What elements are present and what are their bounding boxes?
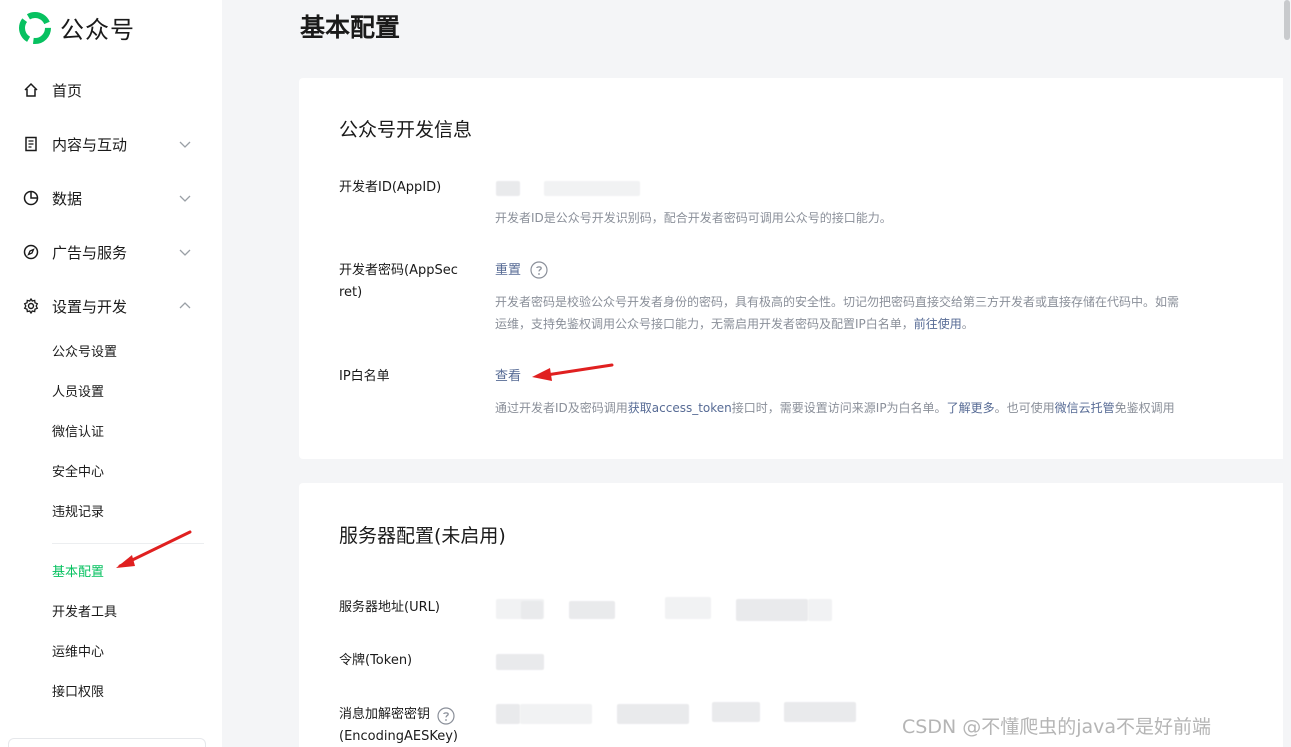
aes-redacted-3 [617, 704, 689, 724]
server-config-card: 服务器配置(未启用) 服务器地址(URL) 令牌(Token) 消息加解密密钥 … [299, 483, 1289, 747]
url-redacted-3 [569, 601, 615, 619]
access-token-link[interactable]: 获取access_token [628, 401, 732, 415]
sub-item-basic-config[interactable]: 基本配置 [52, 561, 104, 585]
sub-item-account-settings[interactable]: 公众号设置 [52, 341, 117, 365]
token-label: 令牌(Token) [339, 653, 413, 668]
nav-item-content[interactable]: 内容与互动 [22, 129, 192, 159]
wechat-cloud-hosting-link[interactable]: 微信云托管 [1055, 401, 1115, 415]
sub-item-developer-tools[interactable]: 开发者工具 [52, 601, 117, 625]
secret-desc-end: 。 [961, 317, 974, 331]
appid-label: 开发者ID(AppID) [339, 180, 442, 195]
url-redacted-2 [521, 601, 543, 619]
secret-desc-line1: 开发者密码是校验公众号开发者身份的密码，具有极高的安全性。切记勿把密码直接交给第… [495, 295, 1180, 309]
reset-secret-link[interactable]: 重置 [495, 260, 521, 282]
nav-label: 内容与互动 [52, 135, 128, 154]
nav-label: 广告与服务 [52, 243, 128, 262]
secret-desc-text: 运维，支持免鉴权调用公众号接口能力，无需启用开发者密码及配置IP白名单， [495, 317, 914, 331]
watermark: CSDN @不懂爬虫的java不是好前端 [902, 716, 1212, 738]
server-url-label: 服务器地址(URL) [339, 600, 440, 615]
secret-label-line2: ret) [339, 285, 363, 300]
chevron-down-icon [179, 249, 191, 256]
page-title: 基本配置 [300, 13, 401, 42]
appid-redacted-1 [496, 181, 520, 196]
ip-desc-text: 接口时，需要设置访问来源IP为白名单。 [731, 401, 947, 415]
chevron-down-icon [179, 141, 191, 148]
nav-item-home[interactable]: 首页 [22, 75, 192, 105]
sub-item-security-center[interactable]: 安全中心 [52, 461, 104, 485]
secret-label-line1: 开发者密码(AppSec [339, 263, 458, 278]
token-redacted [496, 654, 544, 670]
aes-redacted-2 [520, 704, 592, 724]
sidebar: 公众号 首页 内容与互动 数据 广告与服务 设置与开发 公众号设置 人员设置 微… [0, 0, 222, 747]
app-logo[interactable]: 公众号 [18, 10, 135, 45]
help-icon[interactable] [530, 261, 548, 279]
ip-desc-text: 免鉴权调用 [1114, 401, 1175, 415]
dev-info-title: 公众号开发信息 [339, 119, 473, 141]
ip-desc-text: 。也可使用 [994, 401, 1055, 415]
view-ip-whitelist-link[interactable]: 查看 [495, 366, 521, 388]
chevron-up-icon [179, 302, 191, 309]
gear-icon [22, 297, 40, 315]
app-name: 公众号 [60, 16, 135, 44]
chevron-down-icon [179, 195, 191, 202]
sub-item-wechat-verification[interactable]: 微信认证 [52, 421, 104, 445]
nav-label: 首页 [52, 81, 83, 100]
scrollbar-thumb[interactable] [1284, 0, 1290, 40]
sub-item-violation-records[interactable]: 违规记录 [52, 501, 104, 525]
server-config-title: 服务器配置(未启用) [339, 525, 506, 547]
ip-whitelist-desc: 通过开发者ID及密码调用获取access_token接口时，需要设置访问来源IP… [495, 397, 1175, 419]
appid-desc: 开发者ID是公众号开发识别码，配合开发者密码可调用公众号的接口能力。 [495, 211, 892, 225]
aes-key-label-line1: 消息加解密密钥 [339, 707, 431, 722]
sub-item-staff-settings[interactable]: 人员设置 [52, 381, 104, 405]
pie-chart-icon [22, 189, 40, 207]
sub-item-ops-center[interactable]: 运维中心 [52, 641, 104, 665]
appid-redacted-2 [544, 181, 640, 196]
aes-key-label-line2: (EncodingAESKey) [339, 729, 458, 744]
aes-redacted-4 [712, 702, 760, 722]
sub-item-api-permissions[interactable]: 接口权限 [52, 681, 104, 705]
help-icon[interactable] [437, 707, 455, 725]
url-redacted-4 [665, 597, 711, 619]
nav-item-ads[interactable]: 广告与服务 [22, 237, 192, 267]
url-redacted-5 [736, 599, 808, 621]
go-use-link[interactable]: 前往使用 [914, 317, 962, 331]
document-icon [22, 135, 40, 153]
sidebar-divider [52, 543, 204, 544]
url-redacted-6 [808, 599, 832, 621]
nav-item-settings[interactable]: 设置与开发 [22, 291, 192, 321]
aes-redacted-1 [496, 704, 520, 724]
sidebar-bottom-box [8, 738, 206, 747]
nav-label: 数据 [52, 189, 83, 208]
secret-label: 开发者密码(AppSec ret) [339, 260, 458, 304]
compass-icon [22, 243, 40, 261]
dev-info-card: 公众号开发信息 开发者ID(AppID) 开发者ID是公众号开发识别码，配合开发… [299, 78, 1289, 459]
learn-more-link[interactable]: 了解更多 [947, 401, 995, 415]
ip-whitelist-label: IP白名单 [339, 369, 390, 384]
nav-label: 设置与开发 [52, 297, 128, 316]
nav-item-data[interactable]: 数据 [22, 183, 192, 213]
home-icon [22, 81, 40, 99]
logo-icon [19, 11, 51, 44]
aes-redacted-5 [784, 702, 856, 722]
scrollbar-track[interactable] [1283, 0, 1291, 747]
ip-desc-text: 通过开发者ID及密码调用 [495, 401, 628, 415]
secret-desc-line2: 运维，支持免鉴权调用公众号接口能力，无需启用开发者密码及配置IP白名单，前往使用… [495, 313, 974, 335]
